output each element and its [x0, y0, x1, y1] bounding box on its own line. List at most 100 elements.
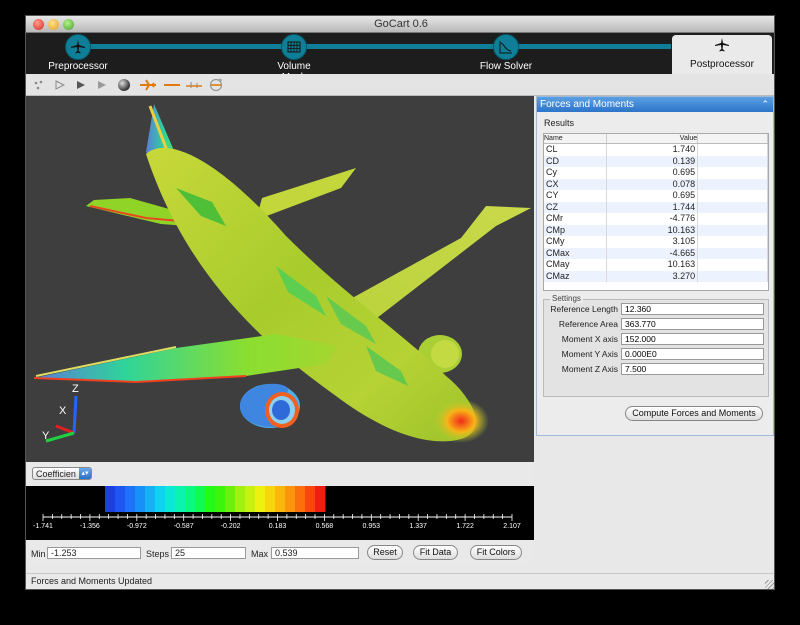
moment-x-row: Moment X axis	[544, 333, 770, 346]
line-icon[interactable]	[162, 77, 182, 93]
result-name: CY	[544, 190, 608, 202]
window-title: GoCart 0.6	[374, 18, 428, 30]
moment-x-field[interactable]	[621, 333, 764, 345]
table-row[interactable]: CZ 1.744	[544, 201, 768, 213]
reset-button[interactable]: Reset	[367, 545, 403, 560]
result-value: 0.695	[606, 190, 699, 202]
compute-forces-button[interactable]: Compute Forces and Moments	[625, 406, 763, 421]
min-label: Min	[31, 549, 46, 559]
result-empty-cell	[697, 167, 768, 179]
results-header-row: Name Value	[544, 134, 768, 144]
reference-area-field[interactable]	[621, 318, 764, 330]
variable-select[interactable]: Coefficien ▴▾	[32, 467, 92, 480]
sphere-icon[interactable]	[116, 77, 132, 93]
result-empty-cell	[697, 155, 768, 167]
table-row[interactable]: CMr -4.776	[544, 213, 768, 225]
play-icon[interactable]	[73, 77, 89, 93]
legend-tick-label: 1.337	[409, 523, 427, 530]
panel-header[interactable]: Forces and Moments ⌃	[537, 97, 773, 112]
legend-color-band	[255, 486, 266, 512]
legend-color-band	[205, 486, 216, 512]
select-arrows-icon: ▴▾	[79, 468, 91, 479]
column-header-value[interactable]: Value	[606, 134, 699, 144]
legend-color-band	[195, 486, 206, 512]
zoom-window-button[interactable]	[63, 19, 74, 30]
legend-color-band	[235, 486, 246, 512]
max-field[interactable]: 0.539	[271, 547, 359, 559]
results-rows: CL 1.740 CD 0.139 Cy 0.695 CX 0.078 CY 0.695 …	[544, 143, 768, 282]
aircraft-view-icon[interactable]	[138, 77, 158, 93]
3d-viewport[interactable]: Z X Y	[26, 96, 534, 462]
reference-length-label: Reference Length	[550, 304, 618, 314]
table-row[interactable]: Cy 0.695	[544, 167, 768, 179]
legend-tick-label: -0.202	[221, 523, 241, 530]
table-row[interactable]: CX 0.078	[544, 178, 768, 190]
legend-color-band	[125, 486, 136, 512]
results-title: Results	[544, 118, 575, 128]
result-value: -4.665	[606, 247, 699, 259]
collapse-icon[interactable]: ⌃	[761, 97, 769, 112]
status-bar: Forces and Moments Updated	[26, 573, 774, 589]
axis-z-label: Z	[72, 383, 79, 395]
moment-z-row: Moment Z Axis	[544, 363, 770, 376]
result-value: 1.740	[606, 143, 699, 156]
legend-color-band	[185, 486, 196, 512]
slice-icon[interactable]	[184, 77, 204, 93]
step-icon[interactable]	[94, 77, 110, 93]
legend-color-band	[165, 486, 176, 512]
steps-field[interactable]: 25	[171, 547, 246, 559]
minimize-window-button[interactable]	[48, 19, 59, 30]
table-row[interactable]: CMaz 3.270	[544, 270, 768, 282]
resize-grip-icon[interactable]	[765, 580, 774, 589]
column-header-name[interactable]: Name	[544, 134, 608, 144]
result-name: CZ	[544, 201, 608, 213]
result-name: CMp	[544, 224, 608, 236]
play-outline-icon[interactable]	[52, 77, 68, 93]
table-row[interactable]: CY 0.695	[544, 190, 768, 202]
table-row[interactable]: CMy 3.105	[544, 236, 768, 248]
table-row[interactable]: CMp 10.163	[544, 224, 768, 236]
toolbar	[26, 74, 774, 96]
rotate-icon[interactable]	[206, 77, 226, 93]
airplane-icon	[65, 34, 91, 60]
table-row[interactable]: CMax -4.665	[544, 247, 768, 259]
result-value: 1.744	[606, 201, 699, 213]
table-row[interactable]: CMay 10.163	[544, 259, 768, 271]
legend-color-band	[315, 486, 326, 512]
color-legend: -1.741 -1.356 -0.972 -0.587 -0.202 0.183 0.568…	[26, 486, 534, 540]
legend-color-band	[105, 486, 116, 512]
tab-flow-solver[interactable]: Flow Solver	[476, 33, 536, 72]
result-value: 10.163	[606, 224, 699, 236]
dots-icon[interactable]	[31, 77, 47, 93]
color-legend-bar: -1.741 -1.356 -0.972 -0.587 -0.202 0.183 0.568…	[33, 486, 521, 530]
legend-tick-label: -0.972	[127, 523, 147, 530]
column-header-extra[interactable]	[697, 134, 768, 144]
max-label: Max	[251, 549, 269, 559]
legend-tick-label: 0.953	[363, 523, 381, 530]
range-controls: Min -1.253 Steps 25 Max 0.539 Reset Fit …	[26, 540, 534, 566]
legend-color-band	[265, 486, 276, 512]
axis-x-label: X	[59, 405, 67, 417]
table-row[interactable]: CL 1.740	[544, 143, 768, 156]
close-window-button[interactable]	[33, 19, 44, 30]
legend-color-band	[275, 486, 286, 512]
result-empty-cell	[697, 224, 768, 236]
tab-postprocessor[interactable]: Postprocessor	[672, 35, 772, 74]
fit-data-button[interactable]: Fit Data	[413, 545, 458, 560]
tab-preprocessor[interactable]: Preprocessor	[48, 33, 108, 72]
result-empty-cell	[697, 178, 768, 190]
moment-y-field[interactable]	[621, 348, 764, 360]
tab-flow-solver-label: Flow Solver	[479, 61, 533, 72]
legend-color-band	[215, 486, 226, 512]
reference-length-field[interactable]	[621, 303, 764, 315]
legend-color-band	[155, 486, 166, 512]
moment-z-field[interactable]	[621, 363, 764, 375]
result-empty-cell	[697, 270, 768, 282]
result-name: CL	[544, 143, 608, 156]
min-field[interactable]: -1.253	[47, 547, 141, 559]
table-row[interactable]: CD 0.139	[544, 155, 768, 167]
fit-colors-button[interactable]: Fit Colors	[470, 545, 522, 560]
result-empty-cell	[697, 190, 768, 202]
legend-tick-label: -1.356	[80, 523, 100, 530]
results-table[interactable]: Name Value CL 1.740 CD 0.139 Cy 0.695 CX 0.0…	[543, 133, 769, 291]
